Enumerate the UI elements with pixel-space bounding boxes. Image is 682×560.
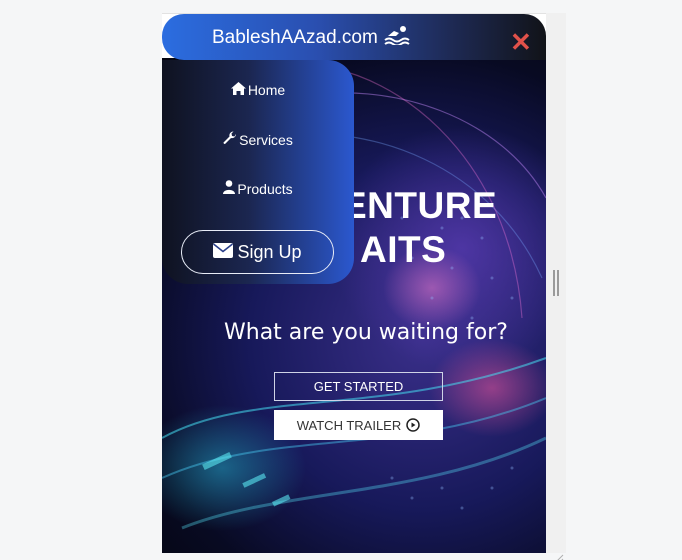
hero-title: ENTURE AITS xyxy=(342,184,546,272)
user-icon xyxy=(223,180,236,197)
navbar: BableshAAzad.com ✕ xyxy=(162,14,546,60)
hero-title-line2: AITS xyxy=(360,229,447,270)
menu-item-label: Products xyxy=(237,180,293,197)
scrollbar-handle[interactable] xyxy=(553,270,559,296)
menu-item-products[interactable]: Products xyxy=(162,180,354,197)
brand-name: BableshAAzad.com xyxy=(212,27,378,48)
wrench-icon xyxy=(223,131,237,148)
hero-subtitle: What are you waiting for? xyxy=(224,320,508,345)
menu-item-label: Home xyxy=(247,82,286,98)
envelope-icon xyxy=(213,242,234,263)
swimmer-icon xyxy=(384,25,410,51)
menu-item-home[interactable]: Home xyxy=(162,82,354,98)
menu-item-label: Services xyxy=(239,131,293,148)
browser-viewport: ENTURE AITS What are you waiting for? GE… xyxy=(162,13,546,553)
menu-item-services[interactable]: Services xyxy=(162,131,354,148)
watch-trailer-button[interactable]: WATCH TRAILER xyxy=(274,410,443,440)
play-circle-icon xyxy=(406,418,420,432)
get-started-button[interactable]: GET STARTED xyxy=(274,372,443,401)
hero-title-line1: ENTURE xyxy=(342,185,498,226)
side-menu: Home Services Products Sign Up xyxy=(162,60,354,284)
watch-trailer-label: WATCH TRAILER xyxy=(296,417,402,433)
brand-logo[interactable]: BableshAAzad.com xyxy=(212,25,410,51)
home-icon xyxy=(230,82,246,98)
sign-up-label: Sign Up xyxy=(237,241,302,262)
sign-up-button[interactable]: Sign Up xyxy=(181,230,334,274)
close-icon[interactable]: ✕ xyxy=(510,29,532,55)
resize-grip-icon[interactable] xyxy=(554,550,564,560)
